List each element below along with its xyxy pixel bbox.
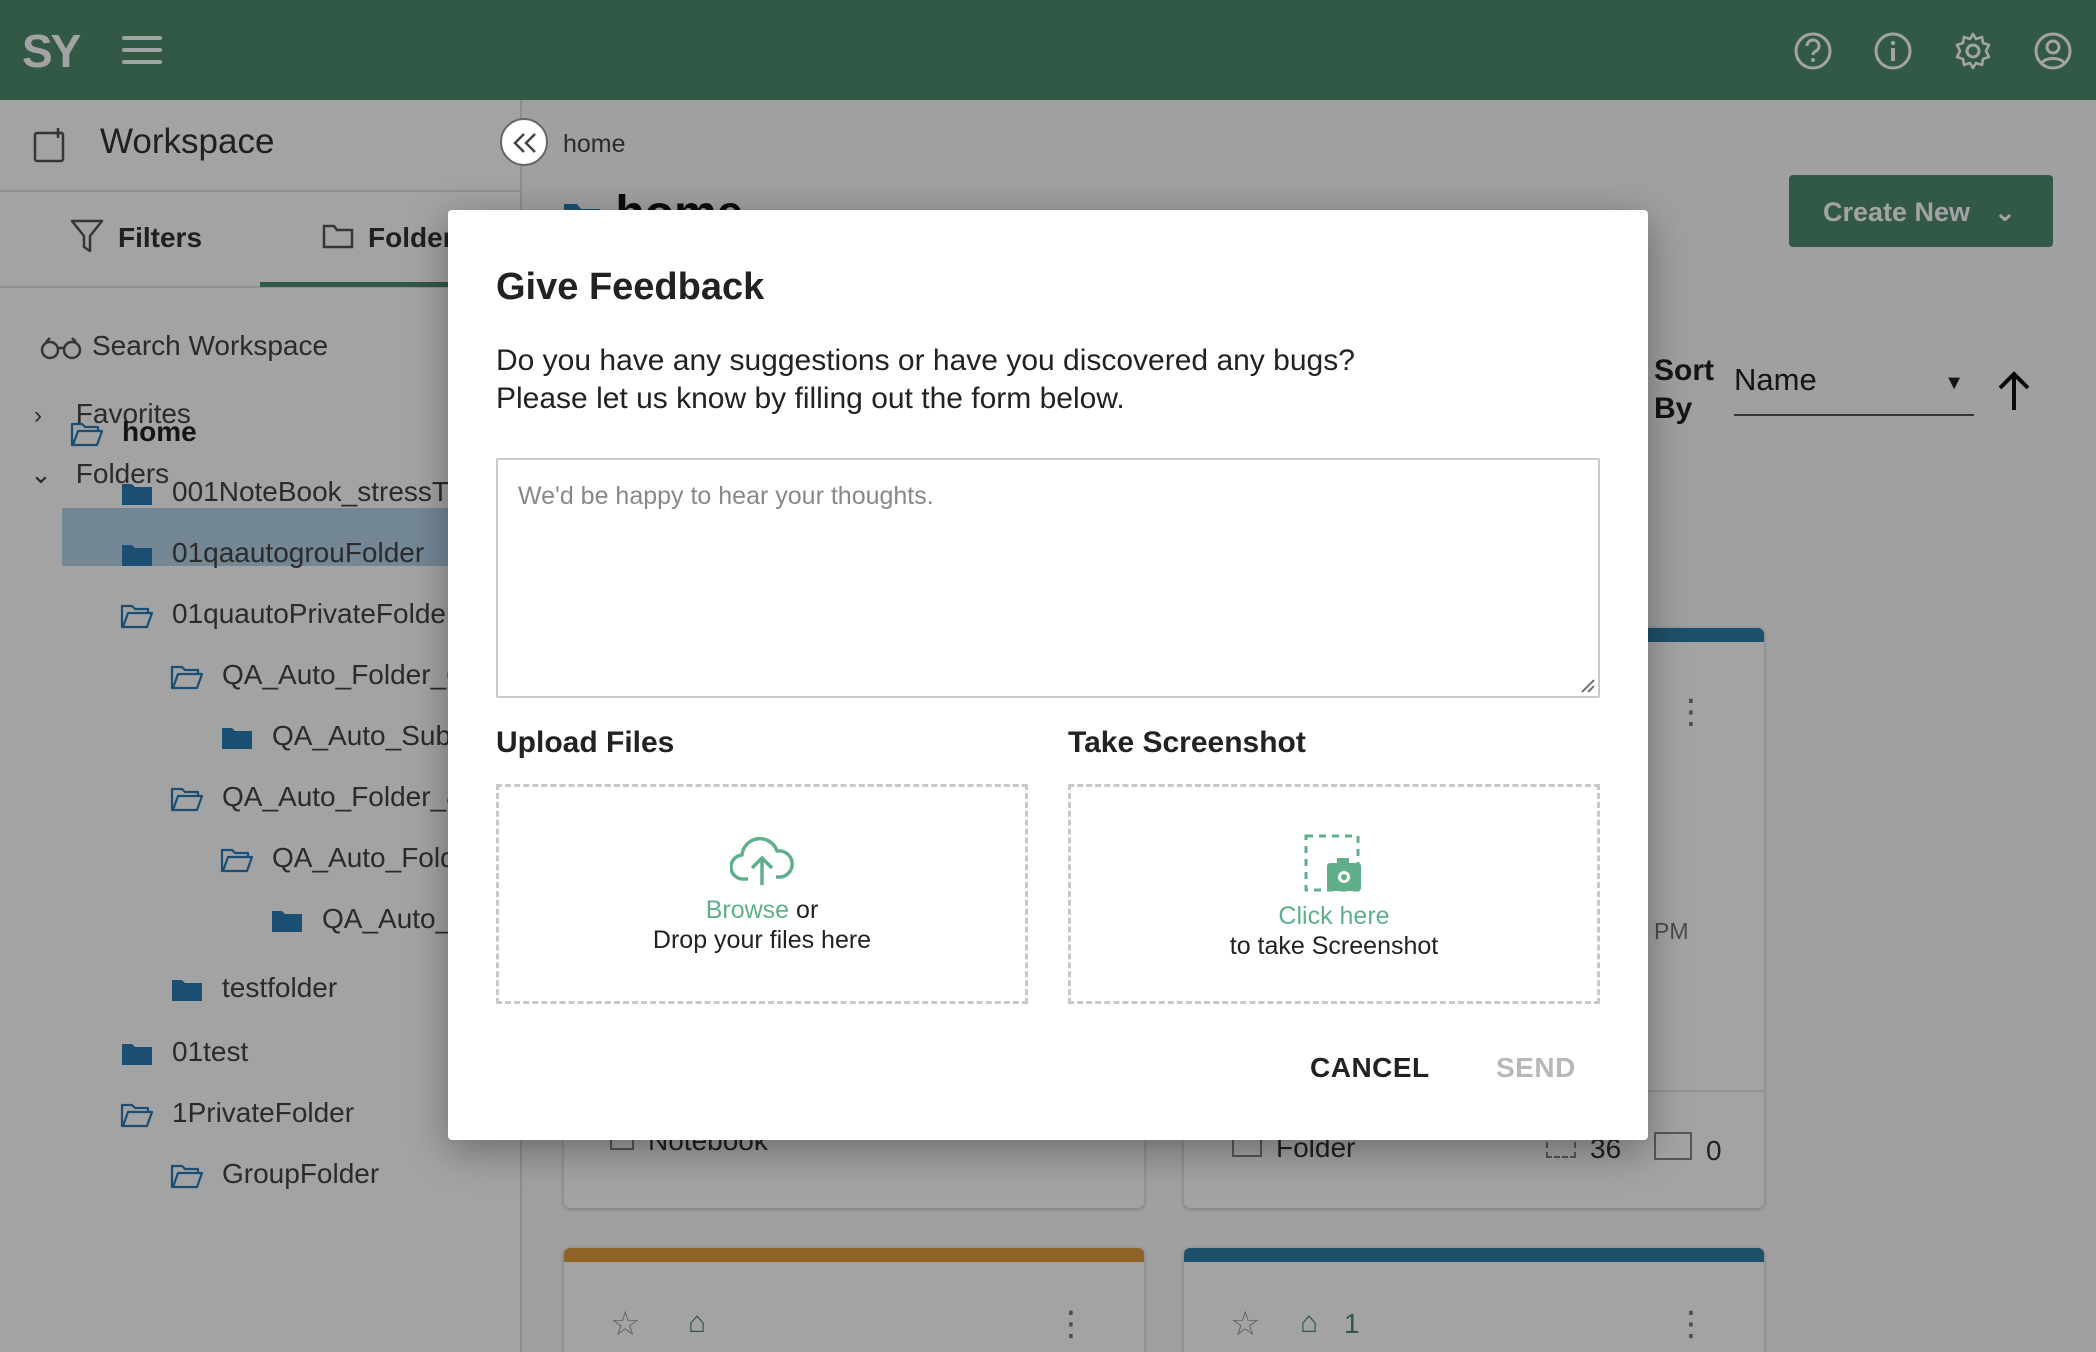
take-screenshot-label: Take Screenshot xyxy=(1068,726,1306,759)
screenshot-camera-icon xyxy=(1304,834,1361,892)
collapse-sidebar-button[interactable] xyxy=(500,118,548,166)
resize-handle-icon[interactable] xyxy=(1578,676,1596,694)
dialog-title: Give Feedback xyxy=(496,266,765,308)
dialog-description: Do you have any suggestions or have you … xyxy=(496,342,1355,418)
upload-files-label: Upload Files xyxy=(496,726,675,759)
send-button[interactable]: SEND xyxy=(1496,1052,1576,1084)
upload-hint-line2: Drop your files here xyxy=(652,926,872,954)
dialog-description-line2: Please let us know by filling out the fo… xyxy=(496,382,1125,415)
click-here-link[interactable]: Click here xyxy=(1071,901,1597,931)
cloud-upload-icon xyxy=(730,836,794,885)
feedback-dialog: Give Feedback Do you have any suggestion… xyxy=(448,210,1648,1140)
upload-hint-line1: Browse or xyxy=(499,895,1025,925)
screenshot-hint: to take Screenshot xyxy=(1229,932,1439,960)
cancel-button[interactable]: CANCEL xyxy=(1310,1052,1430,1084)
or-text: or xyxy=(789,896,819,924)
screenshot-dropzone[interactable]: Click here to take Screenshot xyxy=(1068,784,1600,1004)
double-chevron-left-icon xyxy=(513,133,536,153)
dialog-description-line1: Do you have any suggestions or have you … xyxy=(496,344,1355,377)
feedback-textarea[interactable] xyxy=(496,458,1600,698)
upload-dropzone[interactable]: Browse or Drop your files here xyxy=(496,784,1028,1004)
browse-link[interactable]: Browse xyxy=(706,896,789,924)
